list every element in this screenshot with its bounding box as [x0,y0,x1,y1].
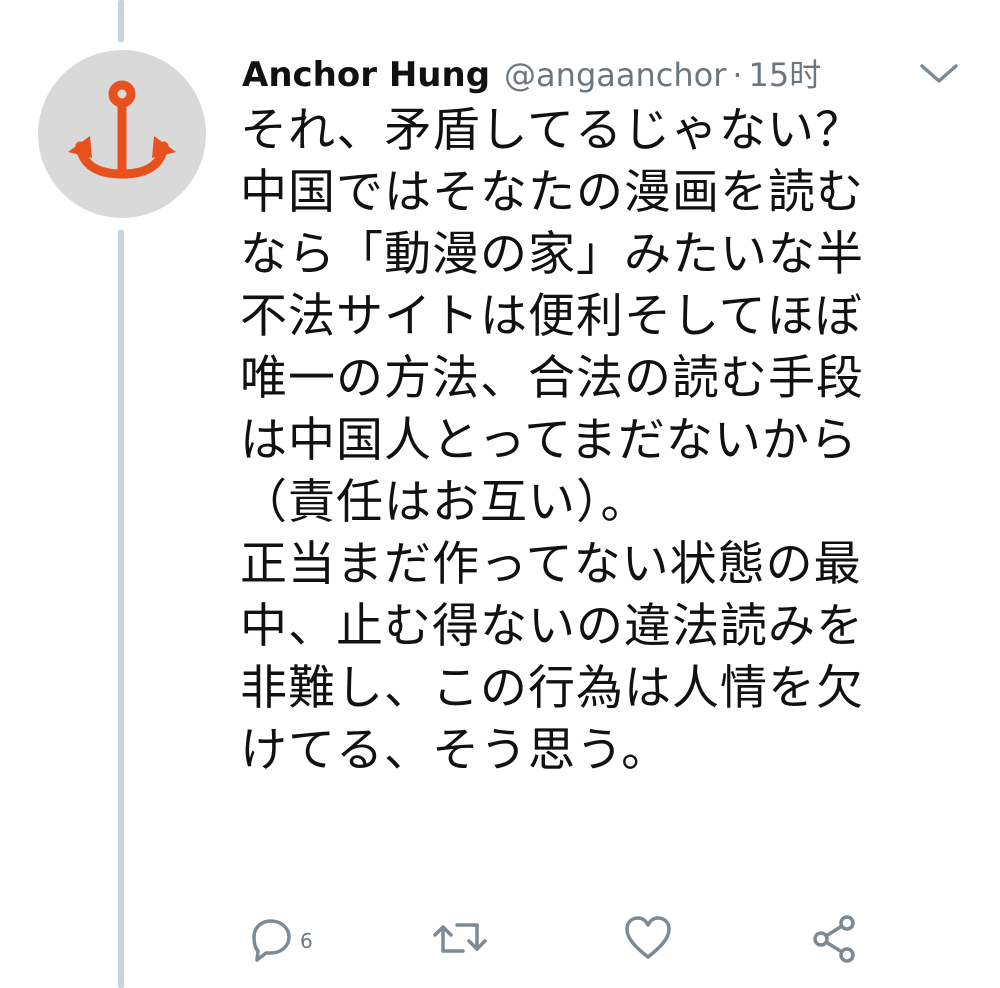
share-button[interactable] [808,908,860,968]
tweet-text-line: 中、止む得ないの違法読みを [240,599,864,654]
author-display-name[interactable]: Anchor Hung [242,55,490,95]
tweet-text-line: 非難し、この行為は人情を欠 [240,661,864,716]
anchor-icon [68,80,176,179]
tweet-text-line: 正当まだ作ってない状態の最 [240,537,862,592]
tweet-text-line: けてる、そう思う。 [240,723,670,778]
chevron-down-icon [920,64,958,83]
tweet-body: それ、矛盾してるじゃない？ 中国ではそなたの漫画を読む なら「動漫の家」みたいな… [240,100,980,782]
retweet-button[interactable] [430,908,490,968]
avatar[interactable] [38,50,206,218]
tweet-text-line: それ、矛盾してるじゃない？ [240,103,864,158]
tweet-timestamp[interactable]: 15时 [749,50,822,96]
tweet-text-line: 唯一の方法、合法の読む手段 [240,351,864,406]
tweet-text-line: は中国人とってまだないから [240,413,858,468]
tweet-menu-button[interactable] [918,60,960,86]
share-icon [813,915,855,963]
like-button[interactable] [622,908,674,968]
header-separator: · [732,56,743,94]
author-handle[interactable]: @angaanchor [504,56,726,94]
tweet-text-line: （責任はお互い）。 [240,475,649,530]
tweet-text-line: なら「動漫の家」みたいな半 [240,227,864,282]
thread-line-top [118,0,124,42]
reply-button[interactable]: 6 [244,908,313,968]
reply-count: 6 [300,929,313,953]
tweet-actions: 6 [240,908,920,968]
heart-icon [625,916,671,959]
tweet-text-line: 中国ではそなたの漫画を読む [240,165,864,220]
retweet-icon [433,923,487,953]
tweet-header: Anchor Hung @angaanchor · 15时 [242,50,821,100]
thread-line-bottom [118,230,124,988]
tweet-text-line: 不法サイトは便利そしてほぼ [240,289,863,344]
reply-bubble-icon [252,919,291,962]
